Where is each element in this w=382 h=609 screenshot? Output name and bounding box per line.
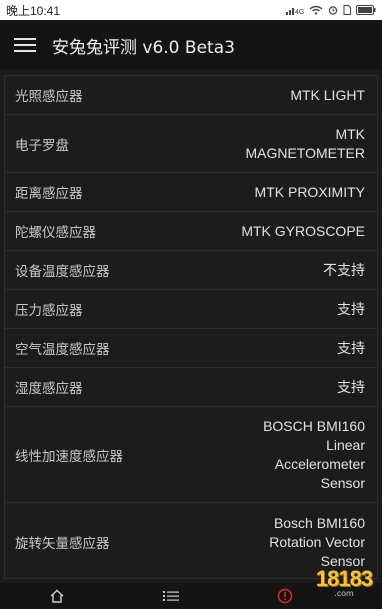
sensor-value: MTK MAGNETOMETER [245, 125, 365, 161]
status-bar: 晚上10:41 4G [0, 0, 382, 20]
sensor-label: 湿度感应器 [15, 381, 83, 397]
sensor-value: MTK GYROSCOPE [241, 222, 365, 239]
signal-icon: 4G [286, 5, 304, 15]
wifi-icon [309, 5, 323, 15]
status-time: 晚上10:41 [6, 3, 61, 18]
sensor-list[interactable]: 光照感应器 MTK LIGHT 电子罗盘 MTK MAGNETOMETER 距离… [4, 75, 378, 579]
sensor-row-proximity: 距离感应器 MTK PROXIMITY [5, 173, 377, 212]
app-bar: 安兔兔评测 v6.0 Beta3 [0, 20, 382, 70]
sensor-label: 旋转矢量感应器 [15, 536, 110, 552]
sensor-row-light: 光照感应器 MTK LIGHT [5, 76, 377, 115]
sensor-row-pressure: 压力感应器 支持 [5, 290, 377, 329]
sensor-value: MTK LIGHT [290, 86, 365, 103]
sensor-value: 支持 [337, 339, 365, 356]
sensor-value: BOSCH BMI160 Linear Accelerometer Sensor [263, 417, 365, 491]
sensor-label: 线性加速度感应器 [15, 448, 123, 465]
sensor-row-humidity: 湿度感应器 支持 [5, 368, 377, 407]
sensor-row-device-temperature: 设备温度感应器 不支持 [5, 251, 377, 290]
sim-icon [343, 5, 351, 15]
alert-icon[interactable] [265, 583, 305, 609]
sensor-label: 电子罗盘 [15, 137, 69, 154]
watermark-logo: 18183 .com [312, 560, 376, 604]
sensor-row-linear-acceleration: 线性加速度感应器 BOSCH BMI160 Linear Acceleromet… [5, 407, 377, 503]
status-icons: 4G [286, 5, 376, 15]
sensor-row-compass: 电子罗盘 MTK MAGNETOMETER [5, 115, 377, 173]
sensor-label: 空气温度感应器 [15, 342, 110, 358]
sensor-label: 距离感应器 [15, 186, 83, 202]
hamburger-icon[interactable] [14, 36, 36, 54]
sensor-label: 光照感应器 [15, 89, 83, 105]
sensor-row-gyroscope: 陀螺仪感应器 MTK GYROSCOPE [5, 212, 377, 251]
battery-icon [356, 5, 376, 15]
svg-text:4G: 4G [295, 9, 304, 15]
sensor-label: 压力感应器 [15, 303, 83, 319]
sensor-label: 设备温度感应器 [15, 264, 110, 280]
alarm-icon [328, 5, 338, 15]
sensor-value: 支持 [337, 378, 365, 395]
app-title: 安兔兔评测 v6.0 Beta3 [52, 37, 235, 58]
sensor-label: 陀螺仪感应器 [15, 225, 96, 241]
sensor-value: 不支持 [323, 261, 365, 278]
list-icon[interactable] [151, 583, 191, 609]
watermark-sub: .com [334, 589, 354, 598]
sensor-row-air-temperature: 空气温度感应器 支持 [5, 329, 377, 368]
home-icon[interactable] [37, 583, 77, 609]
sensor-value: MTK PROXIMITY [254, 183, 365, 200]
sensor-value: 支持 [337, 300, 365, 317]
